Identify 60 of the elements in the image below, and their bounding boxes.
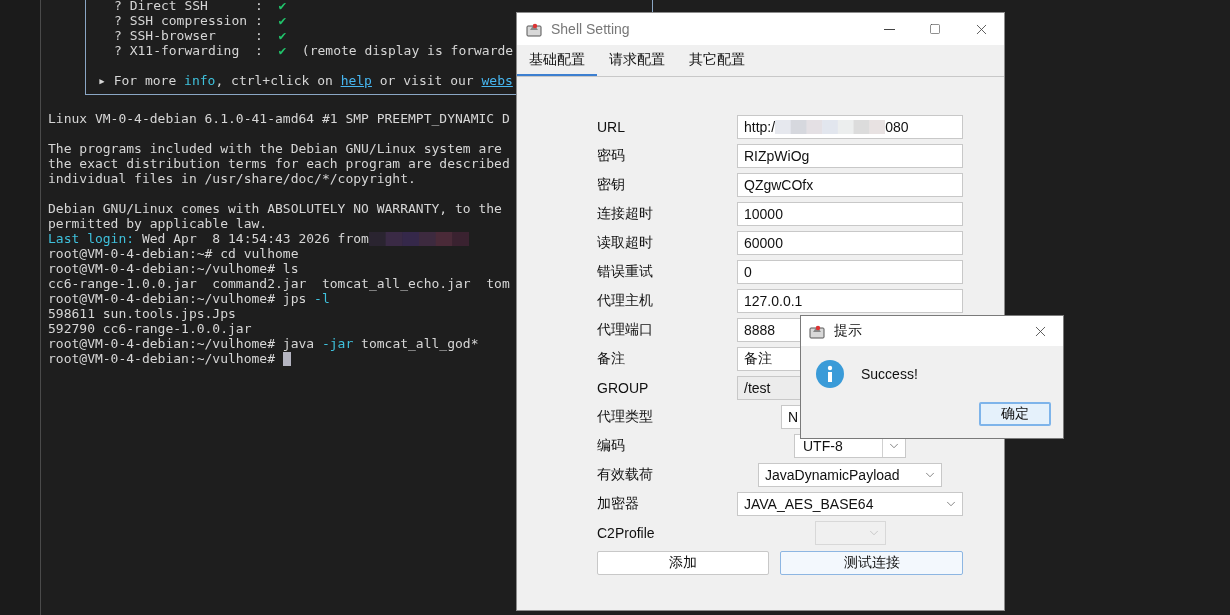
input-field[interactable]: http:/ 080: [737, 115, 963, 139]
dialog-title: 提示: [834, 322, 863, 340]
input-field[interactable]: 10000: [737, 202, 963, 226]
dialog-button[interactable]: 测试连接: [780, 551, 963, 575]
terminal-line: permitted by applicable law.: [48, 216, 268, 231]
terminal-line: Debian GNU/Linux comes with ABSOLUTELY NO WARRANTY, to the: [48, 201, 502, 216]
terminal-line: root@VM-0-4-debian:~/vulhome# jps -l: [48, 291, 330, 306]
tab[interactable]: 请求配置: [597, 45, 677, 76]
field-label: 编码: [597, 437, 626, 455]
terminal-line: 592790 cc6-range-1.0.0.jar: [48, 321, 252, 336]
terminal-line: 598611 sun.tools.jps.Jps: [48, 306, 236, 321]
field-label: 有效载荷: [597, 466, 654, 484]
field-label: 代理类型: [597, 408, 654, 426]
message-text: Success!: [861, 366, 918, 382]
link[interactable]: webs: [481, 73, 513, 88]
window-title: Shell Setting: [551, 21, 631, 37]
terminal-line: ▸ For more info, ctrl+click on help or visit our webs: [98, 73, 513, 88]
field-label: 备注: [597, 350, 626, 368]
terminal-line: root@VM-0-4-debian:~/vulhome#: [48, 351, 291, 366]
dialog-button[interactable]: 添加: [597, 551, 769, 575]
field-label: 读取超时: [597, 234, 654, 252]
terminal-line: ? SSH compression : ✔: [114, 13, 287, 28]
field-label: 密码: [597, 147, 626, 165]
terminal-line: root@VM-0-4-debian:~/vulhome# java -jar tomcat_all_god*: [48, 336, 479, 351]
input-field[interactable]: QZgwCOfx: [737, 173, 963, 197]
app-icon: [809, 323, 825, 339]
dropdown[interactable]: JavaDynamicPayload: [758, 463, 942, 487]
input-field[interactable]: 0: [737, 260, 963, 284]
info-icon: [816, 360, 844, 388]
field-label: 代理主机: [597, 292, 654, 310]
app-icon: [526, 21, 542, 37]
ok-button[interactable]: 确定: [979, 402, 1051, 426]
terminal-line: Last login: Wed Apr 8 14:54:43 2026 from: [48, 231, 469, 246]
terminal-line: ? SSH-browser : ✔: [114, 28, 287, 43]
field-label: 加密器: [597, 495, 640, 513]
field-label: 连接超时: [597, 205, 654, 223]
terminal-line: ? Direct SSH : ✔: [114, 0, 287, 13]
terminal-line: Linux VM-0-4-debian 6.1.0-41-amd64 #1 SMP PREEMPT_DYNAMIC D: [48, 111, 510, 126]
field-label: 密钥: [597, 176, 626, 194]
input-field[interactable]: RIZpWiOg: [737, 144, 963, 168]
field-label: URL: [597, 119, 626, 135]
maximize-icon: [929, 23, 941, 35]
field-label: C2Profile: [597, 525, 656, 541]
terminal-line: The programs included with the Debian GNU/Linux system are: [48, 141, 502, 156]
input-field[interactable]: 60000: [737, 231, 963, 255]
link[interactable]: help: [340, 73, 372, 88]
terminal-line: the exact distribution terms for each program are described: [48, 156, 510, 171]
tab[interactable]: 基础配置: [517, 45, 597, 76]
terminal-line: ? X11-forwarding : ✔ (remote display is forwarde: [114, 43, 514, 58]
minimize-icon: [883, 28, 895, 30]
terminal-line: root@VM-0-4-debian:~/vulhome# ls: [48, 261, 299, 276]
terminal-line: individual files in /usr/share/doc/*/copyright.: [48, 171, 416, 186]
terminal-line: root@VM-0-4-debian:~# cd vulhome: [48, 246, 299, 261]
field-label: 错误重试: [597, 263, 654, 281]
field-label: 代理端口: [597, 321, 654, 339]
terminal-line: cc6-range-1.0.0.jar command2.jar tomcat_all_echo.jar tom: [48, 276, 510, 291]
dropdown[interactable]: JAVA_AES_BASE64: [737, 492, 963, 516]
tab[interactable]: 其它配置: [677, 45, 757, 76]
input-field[interactable]: 127.0.0.1: [737, 289, 963, 313]
field-label: GROUP: [597, 380, 650, 396]
